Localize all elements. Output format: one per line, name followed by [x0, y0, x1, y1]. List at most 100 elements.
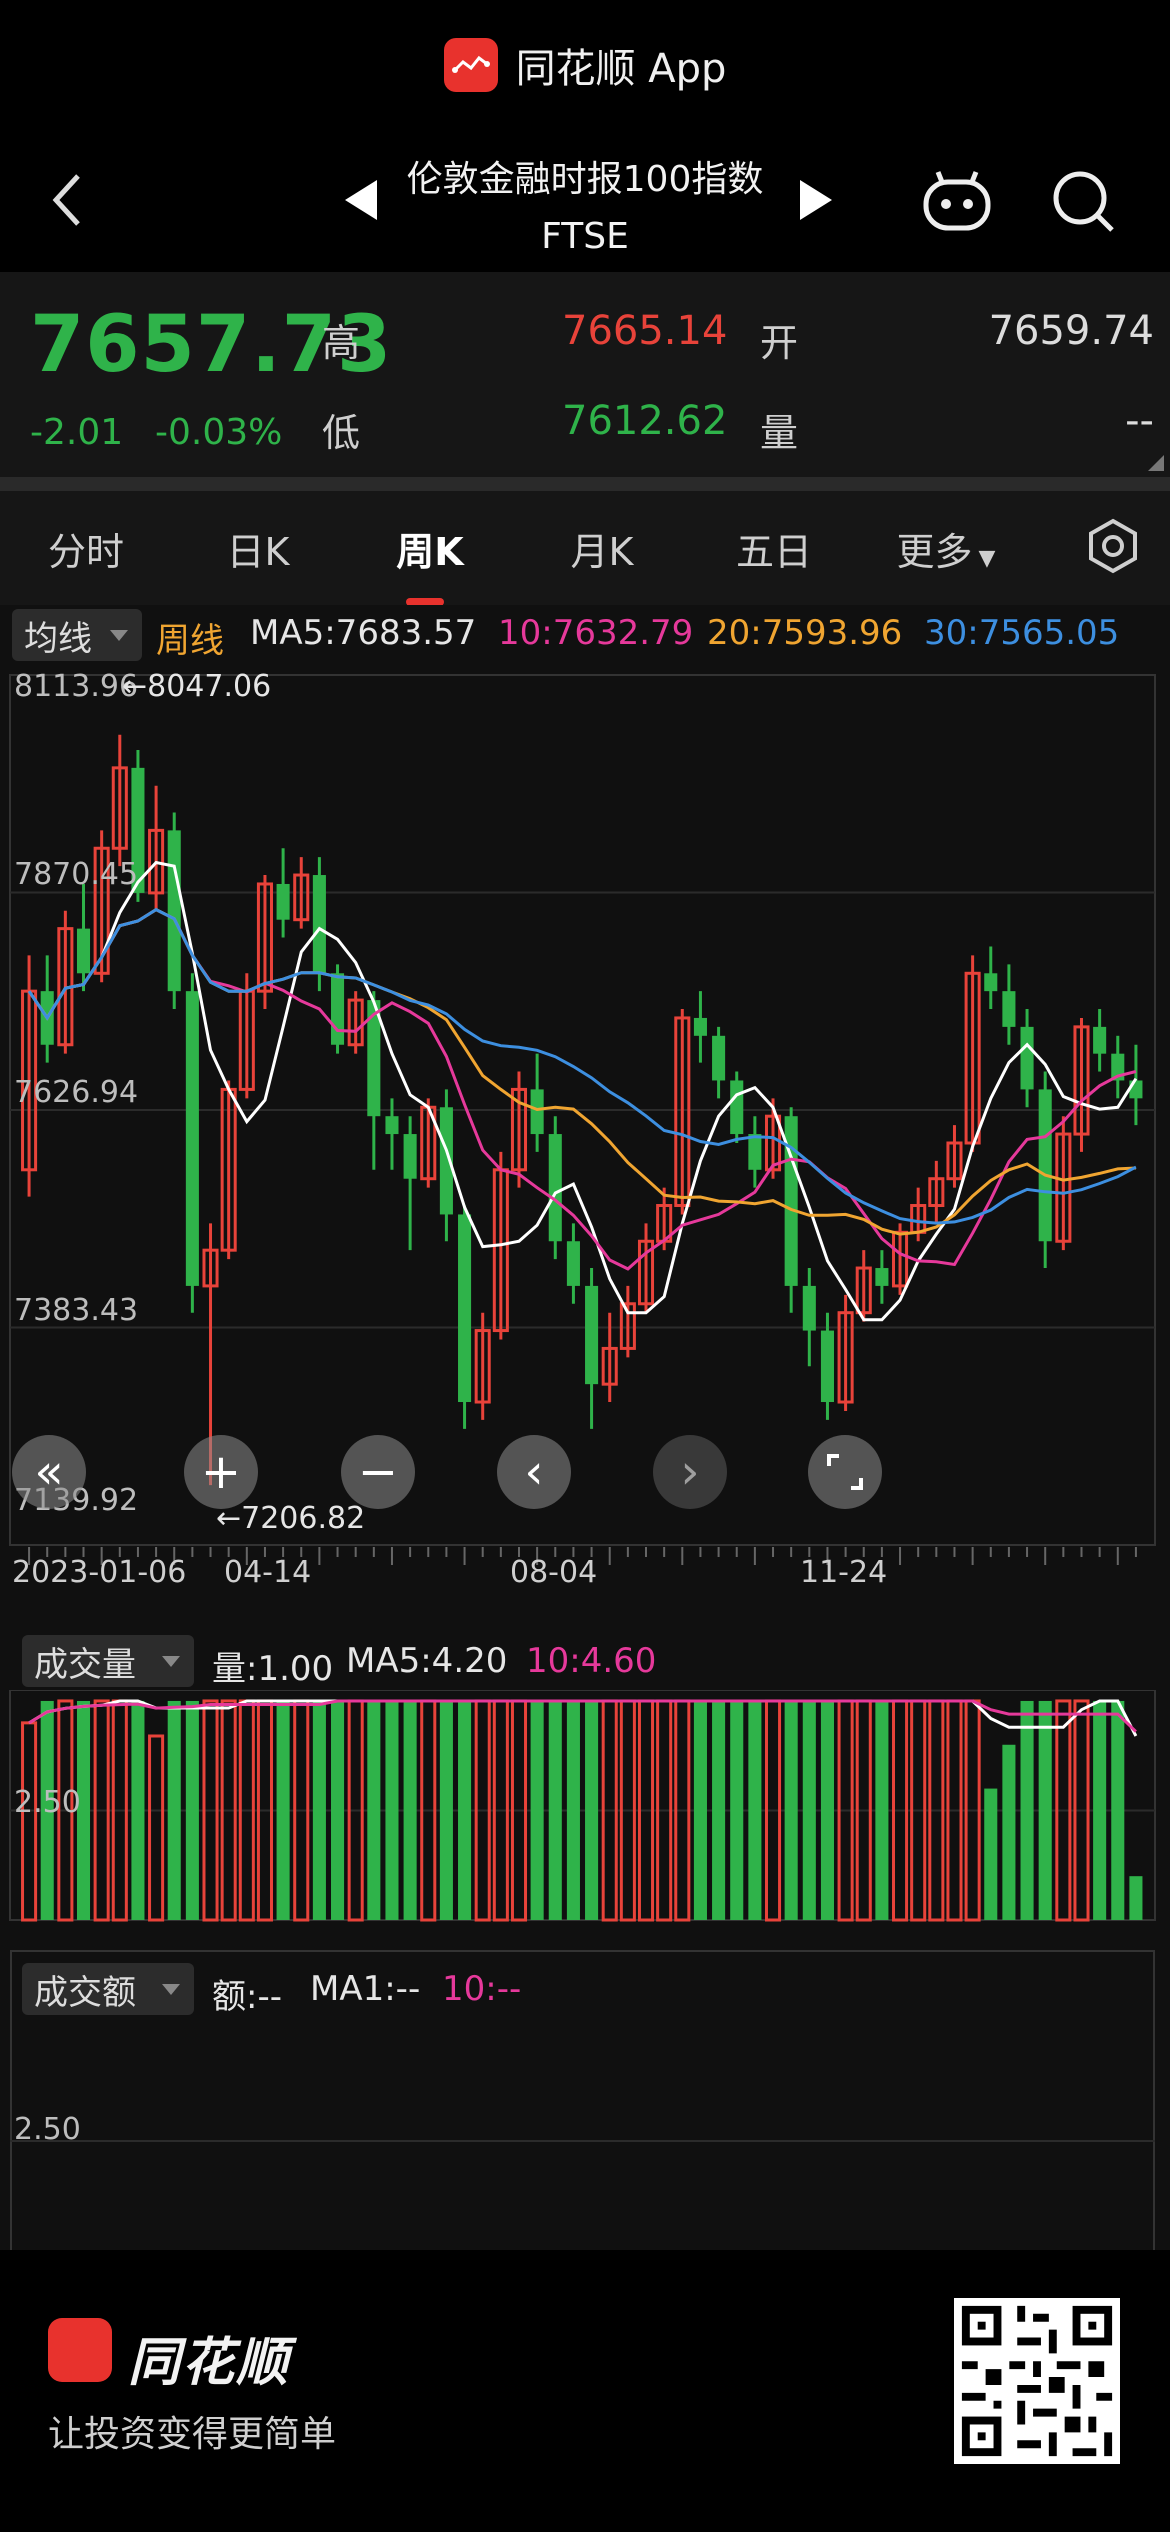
nav-bar: 伦敦金融时报100指数 FTSE	[0, 130, 1170, 270]
tab-weekly-k[interactable]: 周K	[344, 521, 516, 606]
fullscreen-button[interactable]	[808, 1435, 882, 1509]
scroll-left-button[interactable]: ‹	[497, 1435, 571, 1509]
price-axis-label: 7383.43	[14, 1293, 139, 1328]
candle-down	[984, 973, 998, 992]
brand-name: 同花顺	[128, 2333, 291, 2393]
amount-indicator-label: 成交额	[34, 1972, 136, 2013]
volume-bar	[185, 1700, 199, 1920]
candle-down	[802, 1285, 816, 1331]
volume-bar	[367, 1700, 381, 1920]
volume-bar	[276, 1700, 290, 1920]
amount-indicator-selector[interactable]: 成交额	[22, 1963, 194, 2015]
tab-daily-k[interactable]: 日K	[172, 521, 344, 576]
candle-down	[312, 875, 326, 974]
volume-ma5: MA5:4.20	[346, 1641, 508, 1681]
volume-indicator-selector[interactable]: 成交量	[22, 1635, 194, 1687]
volume-bar	[131, 1700, 145, 1920]
volume-bar	[1020, 1700, 1034, 1920]
brand-logo-icon	[48, 2318, 112, 2382]
candle-down	[712, 1035, 726, 1081]
corner-indicator-icon	[1148, 455, 1164, 471]
amount-axis-label: 2.50	[14, 2112, 81, 2147]
date-axis-label: 04-14	[224, 1555, 312, 1590]
volume-bar	[331, 1700, 345, 1920]
search-icon[interactable]	[1050, 168, 1116, 234]
legend-ma20: 20:7593.96	[707, 613, 903, 653]
fullscreen-icon	[827, 1454, 863, 1490]
caret-down-icon: ▼	[978, 545, 996, 571]
quote-panel: 7657.73 -2.01 -0.03% 高 低 7665.14 7612.62…	[0, 272, 1170, 477]
legend-ma30: 30:7565.05	[924, 613, 1120, 653]
zoom-in-button[interactable]: +	[184, 1435, 258, 1509]
candlestick-chart[interactable]	[0, 665, 1170, 1705]
candle-down	[331, 973, 345, 1045]
tab-five-day[interactable]: 五日	[688, 521, 860, 576]
scroll-right-button[interactable]: ›	[653, 1435, 727, 1509]
amount-ma1: MA1:--	[310, 1969, 421, 2009]
volume-bar	[403, 1700, 417, 1920]
volume-bar	[312, 1700, 326, 1920]
volume-frame	[9, 1690, 1156, 1921]
low-marker: ←7206.82	[216, 1501, 366, 1536]
candle-down	[403, 1134, 417, 1179]
indicator-label: 均线	[24, 618, 92, 659]
qr-code-icon	[954, 2298, 1120, 2464]
app-screen: 同花顺 App 伦敦金融时报100指数 FTSE 7657.73 -2.01 -…	[0, 0, 1170, 2532]
open-value: 7659.74	[988, 308, 1154, 354]
next-symbol-icon[interactable]	[800, 180, 832, 220]
legend-period: 周线	[156, 621, 224, 661]
tab-minute[interactable]: 分时	[0, 521, 172, 576]
rewind-button[interactable]: «	[12, 1435, 86, 1509]
brand-slogan: 让投资变得更简单	[48, 2414, 337, 2455]
candle-down	[875, 1268, 889, 1286]
candle-down	[820, 1330, 834, 1403]
volume-bar	[1002, 1744, 1016, 1920]
candle-down	[276, 883, 290, 920]
candle-down	[1020, 1026, 1034, 1090]
candle-down	[566, 1241, 580, 1286]
footer-banner: 同花顺 让投资变得更简单	[0, 2250, 1170, 2532]
tab-monthly-k[interactable]: 月K	[516, 521, 688, 576]
volume-bar	[1038, 1700, 1052, 1920]
volume-bar	[875, 1700, 889, 1920]
volume-bar	[530, 1700, 544, 1920]
candle-down	[76, 928, 91, 974]
candle-down	[385, 1116, 399, 1135]
amount-gridline	[10, 2140, 1155, 2142]
candle-down	[693, 1017, 707, 1036]
candle-down	[748, 1134, 762, 1170]
low-value: 7612.62	[562, 398, 728, 444]
indicator-selector[interactable]: 均线	[12, 609, 142, 661]
volume-bar	[167, 1700, 181, 1920]
volume-bar	[820, 1700, 834, 1920]
volume-bar	[1129, 1876, 1143, 1920]
tab-more[interactable]: 更多 ▼	[860, 521, 1032, 576]
volume-label: 量	[760, 411, 799, 455]
symbol-code: FTSE	[541, 216, 629, 257]
volume-bar	[1111, 1700, 1125, 1920]
legend-ma10: 10:7632.79	[498, 613, 694, 653]
high-marker: ←8047.06	[122, 669, 272, 704]
volume-indicator-label: 成交量	[34, 1644, 136, 1685]
date-axis-label: 08-04	[510, 1555, 598, 1590]
amount-value: 额:--	[212, 1977, 282, 2017]
back-arrow-icon[interactable]	[40, 170, 100, 230]
divider	[0, 477, 1170, 491]
volume-bar	[712, 1700, 726, 1920]
amount-ma10: 10:--	[442, 1969, 522, 2009]
robot-assistant-icon[interactable]	[920, 170, 994, 232]
candle-down	[1093, 1026, 1107, 1054]
price-change-percent: -0.03%	[155, 412, 283, 453]
zoom-out-button[interactable]: −	[341, 1435, 415, 1509]
candle-down	[548, 1134, 562, 1242]
app-title-bar: 同花顺 App	[0, 0, 1170, 130]
legend-ma5: MA5:7683.57	[250, 613, 477, 653]
volume-bar	[748, 1700, 762, 1920]
candle-down	[730, 1080, 744, 1135]
volume-value: --	[1125, 398, 1154, 444]
volume-bar	[585, 1700, 599, 1920]
volume-bar	[21, 1721, 38, 1922]
volume-chart[interactable]	[0, 1690, 1170, 1930]
open-label: 开	[760, 321, 799, 365]
settings-gear-icon[interactable]	[1084, 517, 1142, 575]
